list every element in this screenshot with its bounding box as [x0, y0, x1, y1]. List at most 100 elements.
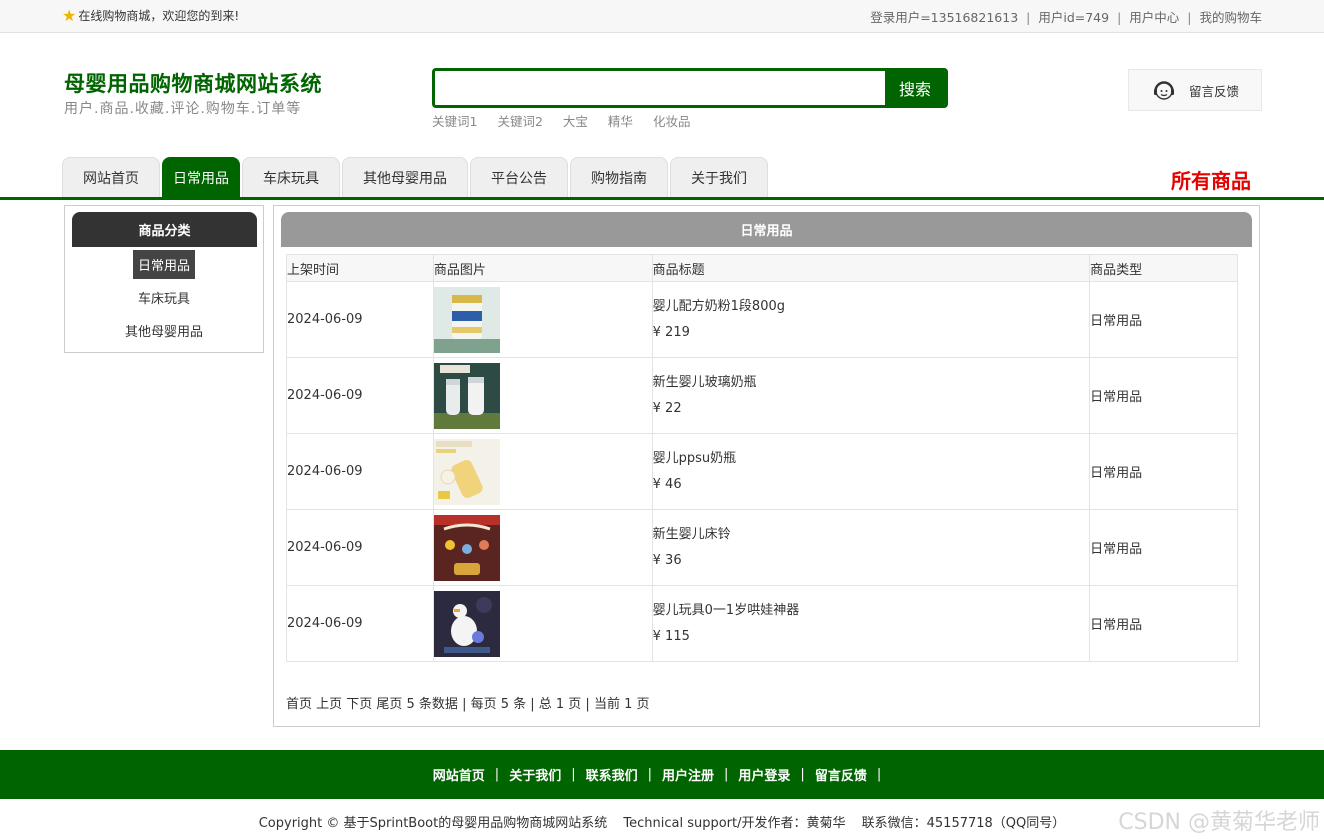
tab-strollers-toys[interactable]: 车床玩具	[242, 157, 340, 197]
goods-type: 日常用品	[1089, 357, 1238, 434]
tab-daily-goods[interactable]: 日常用品	[162, 157, 240, 197]
footer-link-contact[interactable]: 联系我们	[586, 765, 638, 784]
sidebar-item-label: 车床玩具	[137, 291, 190, 307]
panel-title: 日常用品	[281, 212, 1252, 247]
listing-date: 2024-06-09	[286, 509, 434, 586]
footer-link-feedback[interactable]: 留言反馈	[815, 765, 867, 784]
login-user-text: 登录用户=13516821613	[870, 10, 1019, 25]
footer-link-about[interactable]: 关于我们	[509, 765, 561, 784]
contact-text: 联系微信：45157718（QQ同号）	[861, 816, 1066, 831]
separator: |	[876, 767, 882, 782]
search-input[interactable]	[435, 71, 887, 105]
category-sidebar: 商品分类 日常用品 车床玩具 其他母婴用品	[64, 205, 264, 353]
listing-date: 2024-06-09	[286, 281, 434, 358]
goods-type: 日常用品	[1089, 433, 1238, 510]
ppsu-bottle-image[interactable]	[433, 438, 500, 505]
goods-image-cell	[432, 281, 653, 358]
sidebar-item-daily-goods[interactable]: 日常用品	[65, 249, 263, 279]
goods-price: ¥ 115	[652, 628, 690, 644]
keyword-link[interactable]: 精华	[608, 111, 633, 130]
main-nav: 网站首页 日常用品 车床玩具 其他母婴用品 平台公告 购物指南 关于我们	[62, 157, 768, 197]
separator: |	[494, 767, 500, 782]
goods-name-link[interactable]: 婴儿ppsu奶瓶	[653, 451, 1089, 466]
goods-name-link[interactable]: 婴儿配方奶粉1段800g	[653, 299, 1089, 314]
footer-link-login[interactable]: 用户登录	[738, 765, 790, 784]
goods-image-cell	[432, 585, 653, 662]
customer-service-icon	[1154, 81, 1174, 100]
table-row[interactable]: 2024-06-09 婴儿ppsu奶瓶 ¥ 46 日常用品	[286, 433, 1238, 510]
search-button[interactable]: 搜索	[885, 71, 945, 105]
goods-name-link[interactable]: 婴儿玩具0一1岁哄娃神器	[653, 603, 1089, 618]
table-row[interactable]: 2024-06-09 新生婴儿玻璃奶瓶 ¥ 22 日常用品	[286, 357, 1238, 434]
goods-type: 日常用品	[1089, 509, 1238, 586]
crib-mobile-image[interactable]	[433, 514, 500, 581]
feedback-label: 留言反馈	[1189, 83, 1240, 99]
milk-powder-image[interactable]	[433, 286, 500, 353]
baby-toy-image[interactable]	[433, 590, 500, 657]
feedback-button[interactable]: 留言反馈	[1128, 69, 1262, 111]
goods-type: 日常用品	[1089, 281, 1238, 358]
tab-about-us[interactable]: 关于我们	[670, 157, 768, 197]
star-icon: ★	[62, 5, 77, 25]
sidebar-item-other-baby-goods[interactable]: 其他母婴用品	[65, 316, 263, 344]
keyword-link[interactable]: 关键词1	[432, 111, 477, 130]
site-subtitle: 用户.商品.收藏.评论.购物车.订单等	[64, 101, 302, 117]
goods-title-cell: 新生婴儿玻璃奶瓶 ¥ 22	[651, 357, 1091, 434]
table-row[interactable]: 2024-06-09 婴儿玩具0一1岁哄娃神器 ¥ 115 日常用品	[286, 585, 1238, 662]
glass-bottle-image[interactable]	[433, 362, 500, 429]
separator: |	[1026, 10, 1031, 25]
sidebar-item-strollers-toys[interactable]: 车床玩具	[65, 283, 263, 311]
search-box: 搜索	[432, 68, 948, 108]
separator: |	[1117, 10, 1122, 25]
table-row[interactable]: 2024-06-09 新生婴儿床铃 ¥ 36 日常用品	[286, 509, 1238, 586]
column-header: 商品类型	[1089, 254, 1238, 282]
user-center-link[interactable]: 用户中心	[1129, 10, 1179, 25]
goods-image-cell	[432, 357, 653, 434]
tab-announcements[interactable]: 平台公告	[470, 157, 568, 197]
goods-panel: 日常用品 上架时间 商品图片 商品标题 商品类型 2024-06-09 婴儿配方…	[273, 205, 1260, 727]
column-header: 商品图片	[432, 254, 653, 282]
goods-name-link[interactable]: 新生婴儿床铃	[653, 527, 1089, 542]
goods-image-cell	[432, 509, 653, 586]
support-text: Technical support/开发作者：黄菊华	[623, 816, 846, 831]
footer-link-home[interactable]: 网站首页	[433, 765, 485, 784]
separator: |	[647, 767, 652, 782]
welcome-text: 在线购物商城，欢迎您的到来!	[78, 9, 240, 23]
nav-divider	[0, 197, 1324, 200]
goods-price: ¥ 46	[652, 476, 682, 492]
listing-date: 2024-06-09	[286, 433, 434, 510]
separator: |	[800, 767, 805, 782]
goods-price: ¥ 219	[652, 324, 690, 340]
goods-image-cell	[432, 433, 653, 510]
separator: |	[571, 767, 576, 782]
goods-title-cell: 婴儿玩具0一1岁哄娃神器 ¥ 115	[651, 585, 1091, 662]
goods-title-cell: 婴儿ppsu奶瓶 ¥ 46	[651, 433, 1091, 510]
table-row[interactable]: 2024-06-09 婴儿配方奶粉1段800g ¥ 219 日常用品	[286, 281, 1238, 358]
sidebar-item-label: 其他母婴用品	[124, 324, 203, 340]
tab-shopping-guide[interactable]: 购物指南	[570, 157, 668, 197]
column-header: 上架时间	[286, 254, 434, 282]
keyword-link[interactable]: 大宝	[563, 111, 588, 130]
pagination[interactable]: 首页 上页 下页 尾页 5 条数据 | 每页 5 条 | 总 1 页 | 当前 …	[286, 693, 649, 712]
table-header-row: 上架时间 商品图片 商品标题 商品类型	[286, 254, 1238, 282]
tab-other-baby-goods[interactable]: 其他母婴用品	[342, 157, 468, 197]
goods-price: ¥ 36	[652, 552, 682, 568]
copyright-text: Copyright © 基于SprintBoot的母婴用品购物商城网站系统	[258, 816, 608, 831]
top-bar: ★ 在线购物商城，欢迎您的到来! 登录用户=13516821613 | 用户id…	[0, 0, 1324, 33]
goods-table: 上架时间 商品图片 商品标题 商品类型 2024-06-09 婴儿配方奶粉1段8…	[286, 254, 1238, 662]
listing-date: 2024-06-09	[286, 357, 434, 434]
goods-name-link[interactable]: 新生婴儿玻璃奶瓶	[653, 375, 1089, 390]
listing-date: 2024-06-09	[286, 585, 434, 662]
keyword-link[interactable]: 化妆品	[653, 111, 691, 130]
tab-home[interactable]: 网站首页	[62, 157, 160, 197]
keyword-link[interactable]: 关键词2	[497, 111, 542, 130]
cart-link[interactable]: 我的购物车	[1199, 10, 1262, 25]
watermark: CSDN @黄菊华老师	[1118, 810, 1320, 835]
goods-price: ¥ 22	[652, 400, 682, 416]
footer-link-register[interactable]: 用户注册	[662, 765, 714, 784]
sidebar-title: 商品分类	[72, 212, 257, 247]
all-goods-link[interactable]: 所有商品	[1171, 165, 1251, 194]
separator: |	[1187, 10, 1192, 25]
hot-keywords: 关键词1 关键词2 大宝 精华 化妆品	[432, 111, 690, 130]
user-id-text: 用户id=749	[1038, 10, 1110, 25]
